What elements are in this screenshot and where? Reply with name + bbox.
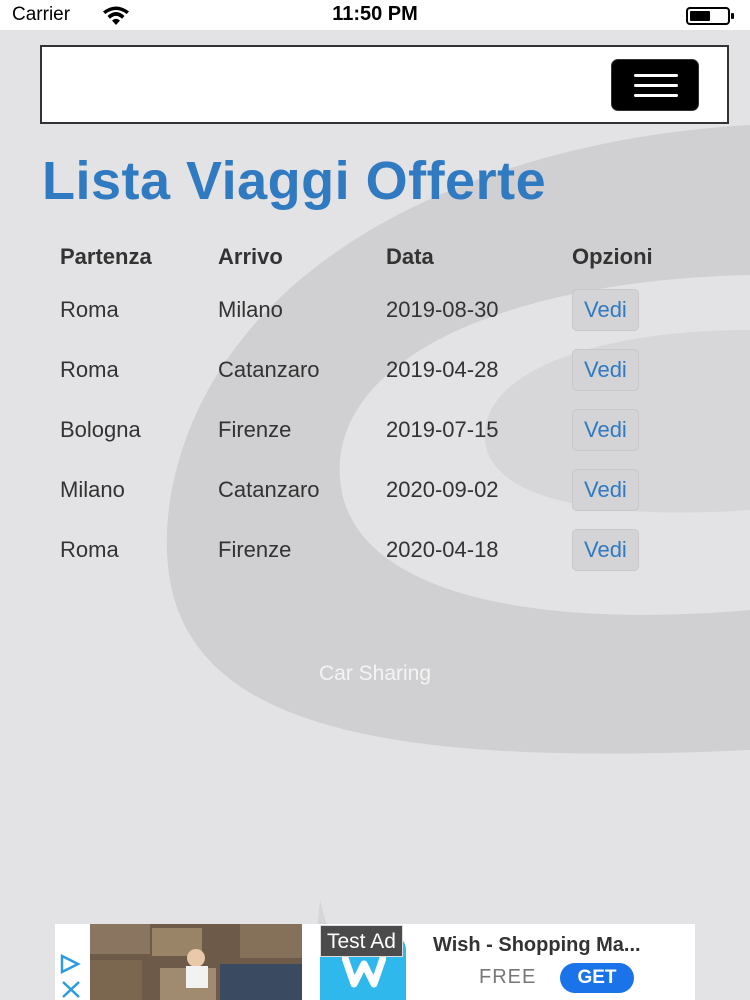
header-opzioni: Opzioni bbox=[572, 244, 653, 269]
ad-banner[interactable]: Test Ad Wish - Shopping Ma... FREE GET bbox=[55, 924, 695, 1000]
cell-arrival: Milano bbox=[218, 297, 283, 322]
table-row: Roma Catanzaro 2019-04-28 Vedi bbox=[48, 340, 690, 400]
cell-arrival: Firenze bbox=[218, 537, 292, 562]
cell-arrival: Catanzaro bbox=[218, 477, 320, 502]
footer-text: Car Sharing bbox=[318, 662, 432, 685]
view-button[interactable]: Vedi bbox=[572, 349, 639, 391]
ad-price: FREE bbox=[479, 966, 537, 988]
navbar bbox=[40, 45, 729, 124]
cell-options: Vedi bbox=[560, 520, 690, 580]
menu-toggle-button[interactable] bbox=[611, 59, 699, 111]
clock-label: 11:50 PM bbox=[332, 3, 418, 25]
cell-departure: Roma bbox=[60, 357, 119, 382]
header-arrivo: Arrivo bbox=[218, 244, 283, 269]
ad-get-button[interactable]: GET bbox=[560, 963, 634, 993]
page-title: Lista Viaggi Offerte bbox=[42, 151, 547, 211]
header-data: Data bbox=[386, 244, 434, 269]
table-header-row: Partenza Arrivo Data Opzioni bbox=[48, 234, 690, 280]
cell-departure: Milano bbox=[60, 477, 125, 502]
ad-app-name: Wish - Shopping Ma... bbox=[433, 934, 641, 956]
cell-date: 2019-07-15 bbox=[386, 417, 499, 442]
cell-departure: Roma bbox=[60, 537, 119, 562]
ad-photo bbox=[90, 924, 302, 1000]
cell-options: Vedi bbox=[560, 280, 690, 340]
header-partenza: Partenza bbox=[60, 244, 152, 269]
cell-date: 2019-04-28 bbox=[386, 357, 499, 382]
table-row: Milano Catanzaro 2020-09-02 Vedi bbox=[48, 460, 690, 520]
view-button[interactable]: Vedi bbox=[572, 409, 639, 451]
cell-options: Vedi bbox=[560, 400, 690, 460]
view-button[interactable]: Vedi bbox=[572, 289, 639, 331]
cell-date: 2019-08-30 bbox=[386, 297, 499, 322]
cell-options: Vedi bbox=[560, 340, 690, 400]
offers-table: Partenza Arrivo Data Opzioni Roma Milano… bbox=[48, 234, 690, 580]
cell-departure: Roma bbox=[60, 297, 119, 322]
table-row: Roma Milano 2019-08-30 Vedi bbox=[48, 280, 690, 340]
cell-arrival: Firenze bbox=[218, 417, 292, 442]
view-button[interactable]: Vedi bbox=[572, 529, 639, 571]
table-row: Bologna Firenze 2019-07-15 Vedi bbox=[48, 400, 690, 460]
cell-date: 2020-09-02 bbox=[386, 477, 499, 502]
cell-arrival: Catanzaro bbox=[218, 357, 320, 382]
status-bar: Carrier 11:50 PM bbox=[0, 0, 750, 30]
view-button[interactable]: Vedi bbox=[572, 469, 639, 511]
ad-choices-icon[interactable] bbox=[58, 954, 84, 998]
cell-options: Vedi bbox=[560, 460, 690, 520]
test-ad-badge: Test Ad bbox=[320, 925, 403, 957]
cell-date: 2020-04-18 bbox=[386, 537, 499, 562]
battery-icon bbox=[686, 7, 734, 25]
hamburger-icon bbox=[634, 74, 678, 98]
table-row: Roma Firenze 2020-04-18 Vedi bbox=[48, 520, 690, 580]
cell-departure: Bologna bbox=[60, 417, 141, 442]
